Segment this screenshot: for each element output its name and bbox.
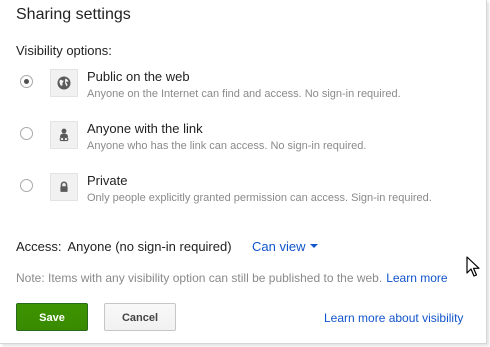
option-title: Anyone with the link <box>87 121 203 136</box>
option-title: Public on the web <box>87 69 190 84</box>
learn-more-about-visibility-link[interactable]: Learn more about visibility <box>324 311 463 325</box>
access-summary: Access: Anyone (no sign-in required) <box>16 239 232 254</box>
learn-more-link[interactable]: Learn more <box>386 271 447 285</box>
sharing-settings-dialog: Sharing settings Visibility options: Pub… <box>0 0 487 344</box>
chevron-down-icon <box>310 244 319 248</box>
option-anyone-with-link[interactable]: Anyone with the link Anyone who has the … <box>0 121 480 161</box>
visibility-options-label: Visibility options: <box>16 43 112 58</box>
radio-anyone-with-link[interactable] <box>20 127 33 140</box>
option-title: Private <box>87 173 128 188</box>
option-description: Anyone on the Internet can find and acce… <box>87 88 401 100</box>
person-link-icon <box>50 121 78 149</box>
option-description: Only people explicitly granted permissio… <box>87 192 432 204</box>
permission-dropdown[interactable]: Can view <box>252 239 319 254</box>
cancel-button[interactable]: Cancel <box>104 303 176 331</box>
access-value: Anyone (no sign-in required) <box>67 239 232 254</box>
lock-icon <box>50 173 78 201</box>
radio-private[interactable] <box>20 179 33 192</box>
globe-icon <box>50 69 78 97</box>
access-label: Access: <box>16 239 62 254</box>
option-description: Anyone who has the link can access. No s… <box>87 140 367 152</box>
permission-dropdown-label: Can view <box>252 239 306 254</box>
option-public-on-web[interactable]: Public on the web Anyone on the Internet… <box>0 69 480 109</box>
publish-note: Note: Items with any visibility option c… <box>16 271 448 285</box>
radio-public-on-web[interactable] <box>20 75 33 88</box>
publish-note-text: Note: Items with any visibility option c… <box>16 271 383 285</box>
mouse-cursor-icon <box>466 256 480 277</box>
save-button[interactable]: Save <box>16 303 88 331</box>
option-private[interactable]: Private Only people explicitly granted p… <box>0 173 480 213</box>
dialog-title: Sharing settings <box>16 6 131 23</box>
